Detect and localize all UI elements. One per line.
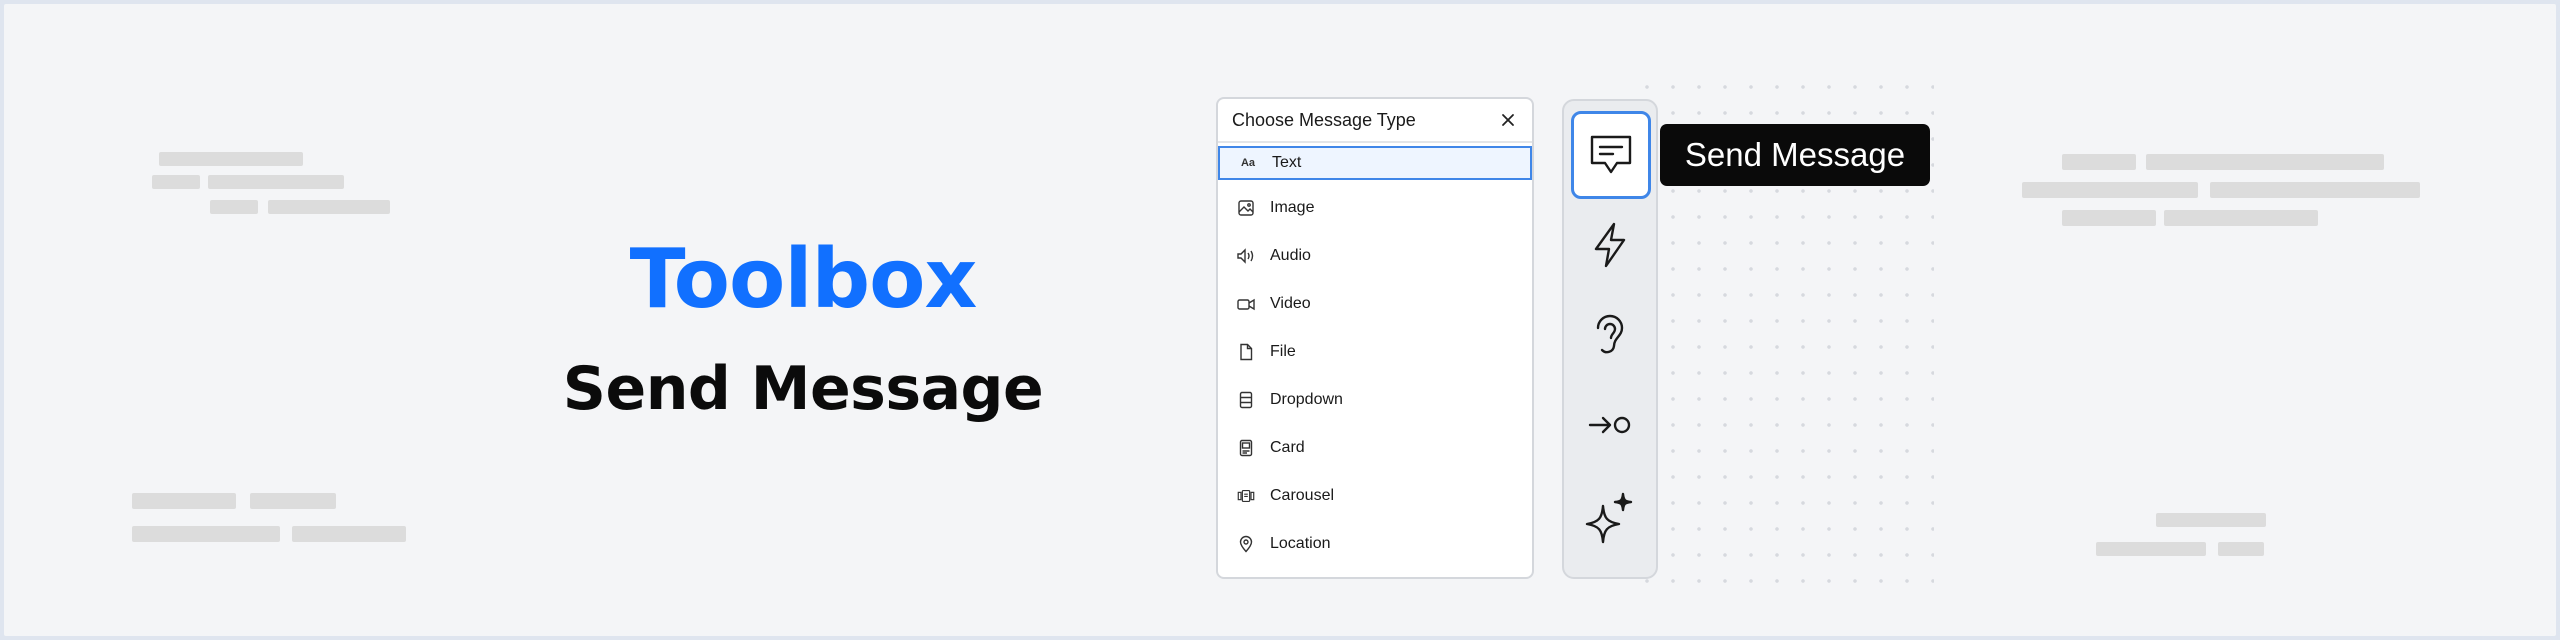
action-tool-button[interactable] — [1572, 203, 1648, 287]
message-type-label: Image — [1270, 199, 1315, 216]
audio-icon — [1236, 246, 1256, 266]
carousel-icon — [1236, 486, 1256, 506]
message-type-audio[interactable]: Audio — [1218, 239, 1528, 273]
message-type-label: Carousel — [1270, 487, 1335, 504]
message-type-carousel[interactable]: Carousel — [1218, 479, 1528, 513]
message-type-file[interactable]: File — [1218, 335, 1528, 369]
message-type-dropdown[interactable]: Dropdown — [1218, 383, 1528, 417]
card-icon — [1236, 438, 1256, 458]
choose-message-type-panel: Choose Message Type Aa Text Image Audio — [1216, 97, 1534, 579]
message-type-label: File — [1270, 343, 1296, 360]
message-type-text[interactable]: Aa Text — [1218, 146, 1532, 180]
file-icon — [1236, 342, 1256, 362]
text-aa-icon: Aa — [1240, 157, 1256, 169]
message-type-label: Dropdown — [1270, 391, 1343, 408]
image-icon — [1236, 198, 1256, 218]
goto-tool-button[interactable] — [1572, 383, 1648, 467]
lightning-icon — [1594, 222, 1626, 268]
message-type-image[interactable]: Image — [1218, 191, 1528, 225]
canvas: Toolbox Send Message Choose Message Type… — [4, 4, 2556, 636]
message-type-label: Location — [1270, 535, 1331, 552]
message-type-label: Video — [1270, 295, 1311, 312]
video-icon — [1236, 294, 1256, 314]
send-message-tooltip: Send Message — [1660, 124, 1930, 186]
sparkles-icon — [1585, 492, 1633, 544]
location-pin-icon — [1236, 534, 1256, 554]
ear-icon — [1596, 314, 1624, 354]
message-type-label: Text — [1272, 154, 1302, 171]
ai-tool-button[interactable] — [1572, 477, 1648, 561]
dropdown-icon — [1236, 390, 1256, 410]
message-type-card[interactable]: Card — [1218, 431, 1528, 465]
panel-header: Choose Message Type — [1218, 99, 1532, 143]
message-type-label: Audio — [1270, 247, 1311, 264]
message-type-video[interactable]: Video — [1218, 287, 1528, 321]
arrow-to-circle-icon — [1588, 416, 1631, 434]
message-type-location[interactable]: Location — [1218, 527, 1528, 561]
message-type-label: Card — [1270, 439, 1305, 456]
close-icon[interactable] — [1498, 110, 1518, 130]
toolbox-sidebar — [1562, 99, 1658, 579]
panel-title: Choose Message Type — [1232, 109, 1416, 130]
send-message-tool-button[interactable] — [1571, 111, 1651, 199]
listen-tool-button[interactable] — [1572, 293, 1648, 377]
message-icon — [1590, 135, 1632, 174]
